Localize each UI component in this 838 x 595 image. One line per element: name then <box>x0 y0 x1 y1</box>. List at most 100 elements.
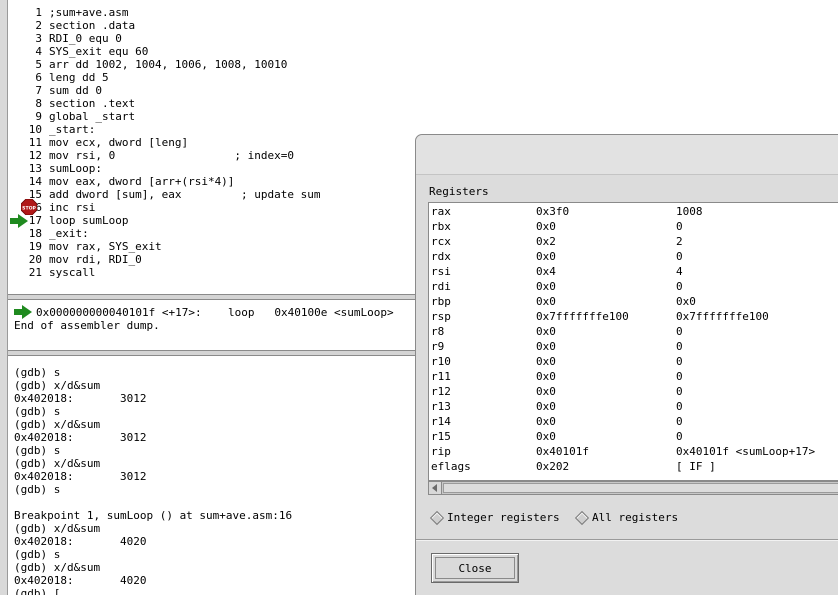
register-row-r9[interactable]: r9 0x0 0 <box>429 340 838 355</box>
radio-all-registers[interactable]: All registers <box>574 510 696 526</box>
gdb-output-line: (gdb) x/d&sum <box>14 418 101 431</box>
gdb-output-line: 0x402018: 3012 <box>14 431 147 444</box>
register-natural-value: 0 <box>676 325 683 338</box>
register-name: rax <box>431 205 451 218</box>
window-left-edge <box>0 0 8 595</box>
register-natural-value: 0 <box>676 220 683 233</box>
line-number: 10 <box>28 123 42 136</box>
source-code: _exit: <box>49 227 89 240</box>
register-name: r14 <box>431 415 451 428</box>
source-code: arr dd 1002, 1004, 1006, 1008, 10010 <box>49 58 288 71</box>
register-row-rax[interactable]: rax 0x3f0 1008 <box>429 205 838 220</box>
register-hex-value: 0x0 <box>536 220 556 233</box>
register-hex-value: 0x0 <box>536 355 556 368</box>
source-code: ;sum+ave.asm <box>49 6 129 19</box>
close-button[interactable]: Close <box>431 553 519 583</box>
gdb-output-line: (gdb) [ <box>14 587 61 595</box>
asm-current-line: 0x000000000040101f <+17>: loop 0x40100e … <box>36 306 394 319</box>
register-row-rbx[interactable]: rbx 0x0 0 <box>429 220 838 235</box>
source-code: inc rsi <box>49 201 96 214</box>
register-natural-value: 0 <box>676 250 683 263</box>
register-row-r8[interactable]: r8 0x0 0 <box>429 325 838 340</box>
source-line[interactable]: 9 global _start <box>8 110 838 123</box>
register-hex-value: 0x7fffffffe100 <box>536 310 629 323</box>
scrollbar-thumb[interactable] <box>443 483 838 493</box>
register-row-r12[interactable]: r12 0x0 0 <box>429 385 838 400</box>
register-name: rip <box>431 445 451 458</box>
register-row-rcx[interactable]: rcx 0x2 2 <box>429 235 838 250</box>
source-code: add dword [sum], eax ; update sum <box>49 188 321 201</box>
register-hex-value: 0x0 <box>536 340 556 353</box>
register-name: rdi <box>431 280 451 293</box>
register-name: rdx <box>431 250 451 263</box>
source-code: mov rax, SYS_exit <box>49 240 162 253</box>
gdb-output-line: (gdb) s <box>14 548 61 561</box>
dialog-titlebar[interactable] <box>416 135 838 175</box>
register-row-r14[interactable]: r14 0x0 0 <box>429 415 838 430</box>
asm-end-line: End of assembler dump. <box>14 319 160 332</box>
register-name: r13 <box>431 400 451 413</box>
register-natural-value: 0 <box>676 430 683 443</box>
source-code: _start: <box>49 123 96 136</box>
register-name: rsp <box>431 310 451 323</box>
register-natural-value: 4 <box>676 265 683 278</box>
source-line[interactable]: 7 sum dd 0 <box>8 84 838 97</box>
source-line[interactable]: 5 arr dd 1002, 1004, 1006, 1008, 10010 <box>8 58 838 71</box>
register-name: rbp <box>431 295 451 308</box>
dialog-separator <box>416 539 838 541</box>
register-row-r13[interactable]: r13 0x0 0 <box>429 400 838 415</box>
register-natural-value: 0x7fffffffe100 <box>676 310 769 323</box>
source-line[interactable]: 2 section .data <box>8 19 838 32</box>
chevron-left-icon <box>432 484 437 492</box>
source-line[interactable]: 4 SYS_exit equ 60 <box>8 45 838 58</box>
register-row-rdi[interactable]: rdi 0x0 0 <box>429 280 838 295</box>
gdb-output-line: Breakpoint 1, sumLoop () at sum+ave.asm:… <box>14 509 293 522</box>
register-hex-value: 0x0 <box>536 430 556 443</box>
register-name: r12 <box>431 385 451 398</box>
line-number: 6 <box>35 71 42 84</box>
source-code: mov rdi, RDI_0 <box>49 253 142 266</box>
registers-table[interactable]: rax 0x3f0 1008 rbx 0x0 0 rcx 0x2 2 rdx 0x0 0 rsi 0x4 4… <box>428 202 838 481</box>
register-name: r11 <box>431 370 451 383</box>
register-row-eflags[interactable]: eflags 0x202 [ IF ] <box>429 460 838 475</box>
register-natural-value: 0 <box>676 355 683 368</box>
register-row-rsi[interactable]: rsi 0x4 4 <box>429 265 838 280</box>
scroll-left-button[interactable] <box>429 482 442 494</box>
gdb-output-line: (gdb) s <box>14 366 61 379</box>
register-natural-value: 0x40101f <sumLoop+17> <box>676 445 816 458</box>
register-hex-value: 0x0 <box>536 385 556 398</box>
source-line[interactable]: 6 leng dd 5 <box>8 71 838 84</box>
register-row-rdx[interactable]: rdx 0x0 0 <box>429 250 838 265</box>
gdb-output-line: (gdb) x/d&sum <box>14 379 101 392</box>
source-code: syscall <box>49 266 96 279</box>
source-code: loop sumLoop <box>49 214 129 227</box>
green-arrow-icon <box>10 214 28 228</box>
register-name: rbx <box>431 220 451 233</box>
source-code: RDI_0 equ 0 <box>49 32 122 45</box>
source-line[interactable]: 3 RDI_0 equ 0 <box>8 32 838 45</box>
register-natural-value: 0 <box>676 280 683 293</box>
radio-integer-registers[interactable]: Integer registers <box>429 510 571 526</box>
source-code: section .data <box>49 19 136 32</box>
line-number: 1 <box>35 6 42 19</box>
gdb-output-line: (gdb) s <box>14 405 61 418</box>
radio-integer-label: Integer registers <box>447 511 560 524</box>
register-hex-value: 0x0 <box>536 295 556 308</box>
source-line[interactable]: 8 section .text <box>8 97 838 110</box>
register-row-r15[interactable]: r15 0x0 0 <box>429 430 838 445</box>
stop-sign-icon[interactable]: STOP <box>21 199 37 215</box>
register-row-r10[interactable]: r10 0x0 0 <box>429 355 838 370</box>
line-number: 7 <box>35 84 42 97</box>
register-hex-value: 0x0 <box>536 250 556 263</box>
register-row-rip[interactable]: rip 0x40101f 0x40101f <sumLoop+17> <box>429 445 838 460</box>
gdb-output-line: (gdb) s <box>14 444 61 457</box>
source-code: mov rsi, 0 ; index=0 <box>49 149 295 162</box>
register-row-rbp[interactable]: rbp 0x0 0x0 <box>429 295 838 310</box>
radio-diamond-icon <box>574 510 590 526</box>
gdb-output-line: 0x402018: 4020 <box>14 535 147 548</box>
registers-horizontal-scrollbar[interactable] <box>428 481 838 495</box>
register-row-rsp[interactable]: rsp 0x7fffffffe100 0x7fffffffe100 <box>429 310 838 325</box>
line-number: 11 <box>28 136 42 149</box>
source-line[interactable]: 1 ;sum+ave.asm <box>8 6 838 19</box>
register-row-r11[interactable]: r11 0x0 0 <box>429 370 838 385</box>
